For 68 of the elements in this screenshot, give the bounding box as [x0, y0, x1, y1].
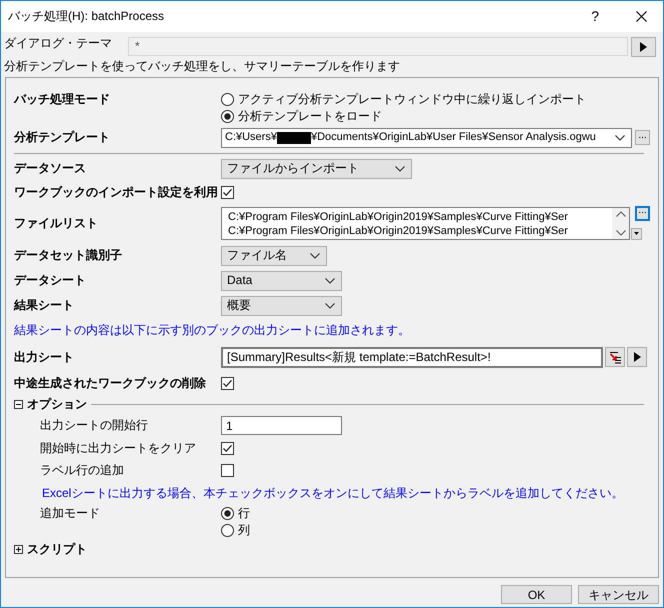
caret-down-icon [634, 232, 639, 235]
triangle-right-icon [640, 42, 647, 52]
help-button[interactable]: ? [589, 8, 601, 26]
section-title: オプション [27, 396, 87, 412]
field-label: 分析テンプレート [14, 130, 111, 145]
close-icon[interactable] [636, 11, 647, 22]
info-note: 結果シートの内容は以下に示す別のブックの出力シートに追加されます。 [14, 322, 411, 338]
radio-option[interactable]: 行 [221, 505, 650, 522]
text-field[interactable]: 1 [221, 416, 342, 435]
field-label: 中途生成されたワークブックの削除 [14, 376, 207, 390]
theme-field[interactable]: * [128, 37, 628, 56]
field-label: ダイアログ・テーマ [4, 35, 113, 51]
radio-button-icon[interactable] [221, 524, 234, 537]
checkbox[interactable] [221, 376, 234, 390]
chevron-down-icon[interactable] [325, 302, 335, 308]
dropdown[interactable]: C:¥Users¥ ¥Documents¥OriginLab¥User Files¥Sensor Analysis.ogwu [221, 128, 632, 148]
chevron-down-icon[interactable] [325, 278, 335, 284]
radio-option[interactable]: アクティブ分析テンプレートウィンドウ中に繰り返しインポート [221, 91, 650, 108]
dropdown[interactable]: ファイルからインポート [221, 158, 412, 178]
sheet-pick-button[interactable] [605, 347, 625, 367]
radio-button-icon[interactable] [221, 507, 234, 520]
field-label: ワークブックのインポート設定を利用 [14, 184, 219, 200]
field-label: データシート [14, 273, 87, 288]
dialog-button[interactable]: キャンセル [578, 585, 659, 604]
collapse-icon[interactable] [14, 400, 23, 408]
browse-button[interactable]: ... [635, 130, 650, 145]
menu-button[interactable] [627, 347, 647, 367]
radio-button-icon[interactable] [221, 110, 234, 123]
list-item[interactable]: C:¥Program Files¥OriginLab¥Origin2019¥Samples¥Curve Fitting¥Ser [228, 224, 612, 238]
chevron-up-icon[interactable] [616, 210, 626, 216]
info-note: Excelシートに出力する場合、本チェックボックスをオンにして結果シートからラベルを追加してください。 [41, 486, 624, 500]
radio-option[interactable]: 分析テンプレートをロード [221, 108, 650, 125]
field-label: データセット識別子 [14, 248, 123, 263]
field-label: 出力シート [14, 350, 75, 364]
field-label: 出力シートの開始行 [39, 418, 149, 433]
scrollbar[interactable] [612, 208, 629, 238]
field-label: 追加モード [39, 505, 101, 522]
field-label: バッチ処理モード [14, 91, 111, 108]
window-title: バッチ処理(H): batchProcess [8, 9, 166, 24]
expand-icon[interactable] [14, 544, 23, 554]
browse-button[interactable]: ... [635, 206, 650, 220]
lines-arrow-icon [608, 350, 622, 364]
checkbox[interactable] [221, 186, 234, 198]
field-label: データソース [14, 161, 87, 176]
dropdown[interactable]: ファイル名 [221, 246, 327, 266]
chevron-down-icon[interactable] [616, 230, 626, 236]
dropdown[interactable]: Data [221, 270, 342, 290]
dropdown[interactable]: 概要 [221, 296, 342, 316]
chevron-down-icon[interactable] [310, 252, 320, 258]
field-label: 開始時に出力シートをクリア [39, 440, 197, 456]
file-list[interactable]: C:¥Program Files¥OriginLab¥Origin2019¥Samples¥Curve Fitting¥Ser C:¥Program Files¥OriginLab¥Origin2019¥Samples¥Curve Fitting¥Ser [221, 206, 630, 240]
dropdown-button[interactable] [631, 228, 642, 240]
field-label: 結果シート [14, 298, 75, 313]
description-text: 分析テンプレートを使ってバッチ処理をし、サマリーテーブルを作ります [3, 59, 401, 74]
radio-button-icon[interactable] [221, 93, 234, 106]
theme-menu-button[interactable] [631, 37, 656, 57]
section-title: スクリプト [27, 542, 87, 556]
chevron-down-icon[interactable] [615, 134, 625, 140]
dialog-button[interactable]: OK [501, 585, 572, 604]
chevron-down-icon[interactable] [395, 166, 405, 172]
field-label: ラベル行の追加 [39, 462, 125, 478]
checkbox[interactable] [221, 464, 234, 476]
checkbox[interactable] [221, 442, 234, 454]
list-item[interactable]: C:¥Program Files¥OriginLab¥Origin2019¥Samples¥Curve Fitting¥Ser [228, 210, 612, 224]
radio-option[interactable]: 列 [221, 522, 650, 539]
triangle-right-icon [634, 352, 640, 362]
output-sheet-field[interactable]: [Summary]Results<新規 template:=BatchResult>! [221, 346, 603, 368]
field-label: ファイルリスト [14, 216, 99, 230]
